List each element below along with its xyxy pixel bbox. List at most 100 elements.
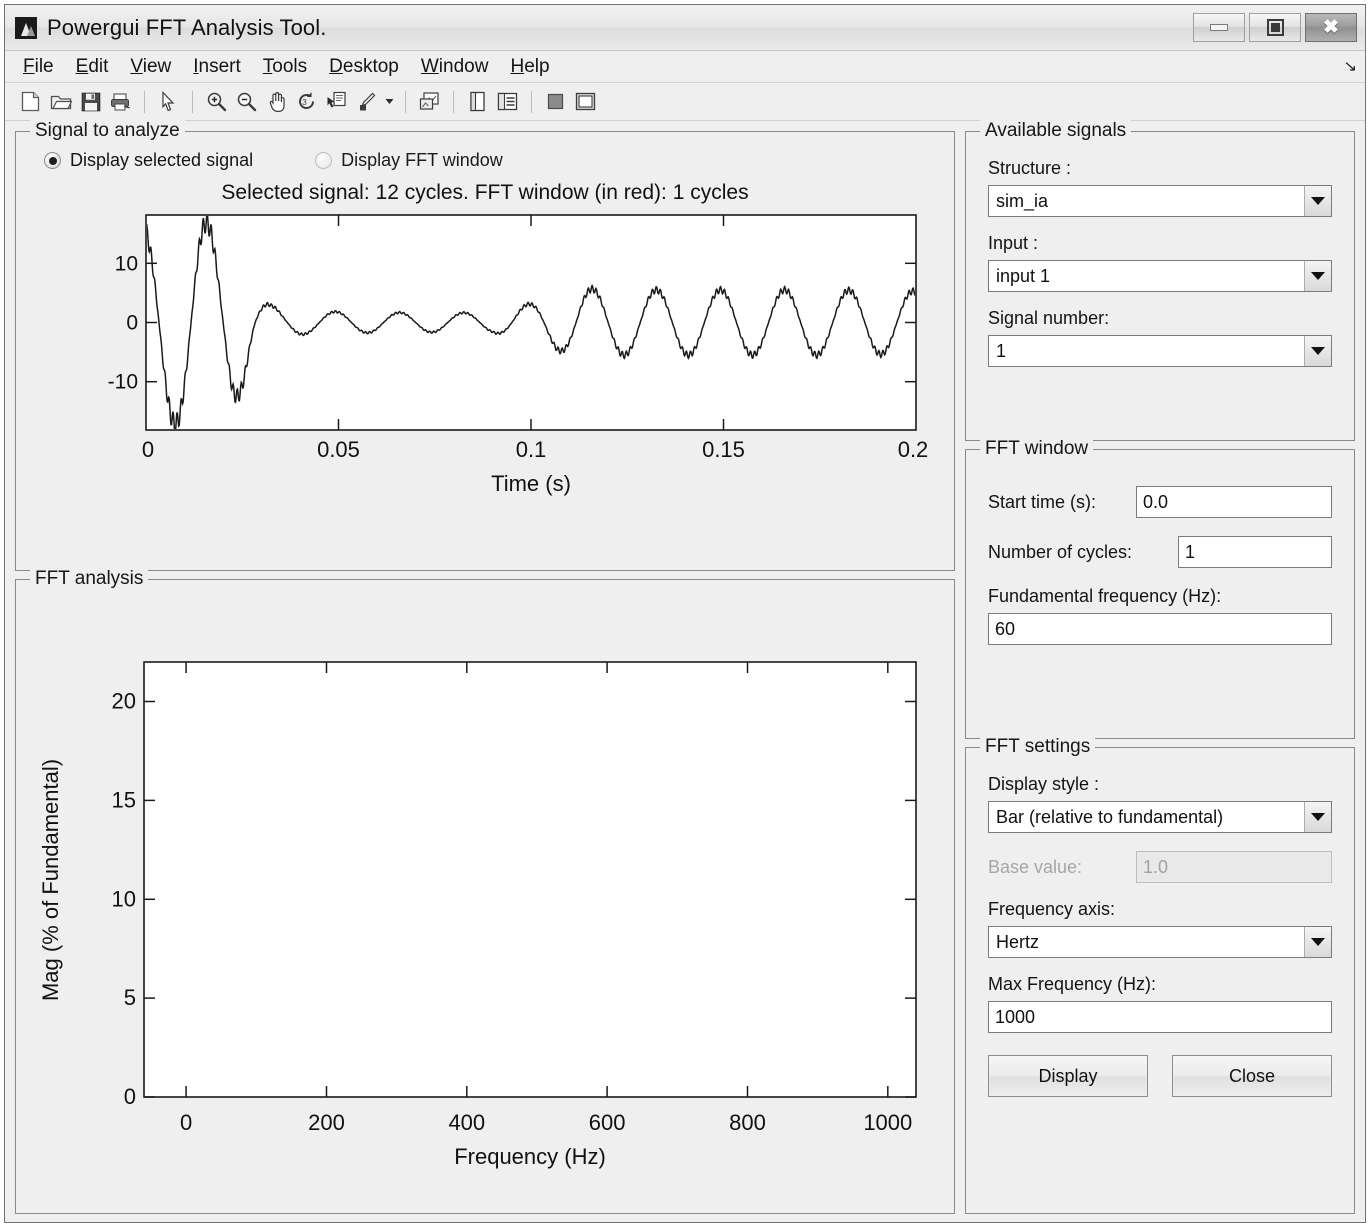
left-column: Signal to analyze Display selected signa… bbox=[15, 120, 955, 1214]
property-editor-icon[interactable] bbox=[542, 88, 569, 115]
available-signals-title: Available signals bbox=[980, 120, 1132, 142]
radio-display-fft-window-label: Display FFT window bbox=[341, 150, 503, 170]
available-signals-panel: Available signals Structure : sim_ia Inp… bbox=[965, 120, 1355, 441]
fft-window-panel: FFT window Start time (s): 0.0 Number of… bbox=[965, 438, 1355, 739]
menu-bar: FFileile Edit View Insert Tools Desktop … bbox=[5, 51, 1365, 83]
structure-label: Structure : bbox=[988, 158, 1072, 178]
docking-icon[interactable] bbox=[572, 88, 599, 115]
maximize-button[interactable] bbox=[1249, 13, 1301, 42]
brush-icon[interactable] bbox=[353, 88, 380, 115]
figure-palette-icon[interactable] bbox=[464, 88, 491, 115]
base-value-input: 1.0 bbox=[1136, 851, 1332, 883]
pointer-icon[interactable] bbox=[155, 88, 182, 115]
display-style-combo[interactable]: Bar (relative to fundamental) bbox=[988, 801, 1332, 833]
structure-value: sim_ia bbox=[996, 190, 1049, 211]
svg-text:0.15: 0.15 bbox=[702, 437, 745, 462]
svg-text:600: 600 bbox=[589, 1110, 626, 1135]
right-column: Available signals Structure : sim_ia Inp… bbox=[965, 120, 1355, 1214]
matlab-figure-icon bbox=[15, 16, 37, 39]
fft-magnitude-plot[interactable]: 0 5 10 15 20 0 200 400 600 800 1000 Freq… bbox=[16, 652, 954, 1192]
display-button[interactable]: Display bbox=[988, 1055, 1148, 1097]
signal-time-plot[interactable]: 10 0 -10 0 0.05 0.1 0.15 0.2 Time (s) bbox=[16, 205, 954, 505]
open-file-icon[interactable] bbox=[47, 88, 74, 115]
menu-desktop[interactable]: Desktop bbox=[329, 56, 399, 78]
svg-text:-10: -10 bbox=[108, 371, 138, 394]
menu-file[interactable]: FFileile bbox=[23, 56, 54, 78]
chevron-down-icon[interactable] bbox=[1304, 336, 1331, 366]
max-frequency-input[interactable]: 1000 bbox=[988, 1001, 1332, 1033]
svg-text:1000: 1000 bbox=[863, 1110, 912, 1135]
data-cursor-icon[interactable] bbox=[323, 88, 350, 115]
save-figure-icon[interactable] bbox=[77, 88, 104, 115]
new-figure-icon[interactable] bbox=[17, 88, 44, 115]
input-label: Input : bbox=[988, 233, 1039, 253]
fft-settings-title: FFT settings bbox=[980, 736, 1096, 758]
menu-insert[interactable]: Insert bbox=[193, 56, 241, 78]
pan-icon[interactable] bbox=[263, 88, 290, 115]
menu-edit[interactable]: Edit bbox=[76, 56, 109, 78]
zoom-out-icon[interactable] bbox=[233, 88, 260, 115]
start-time-label: Start time (s): bbox=[988, 491, 1097, 512]
menu-overflow-icon[interactable]: ↘ bbox=[1344, 57, 1358, 75]
input-value: input 1 bbox=[996, 265, 1051, 286]
menu-help[interactable]: Help bbox=[510, 56, 549, 78]
chevron-down-icon[interactable] bbox=[1304, 927, 1331, 957]
svg-text:0.05: 0.05 bbox=[317, 437, 360, 462]
app-window: Powergui FFT Analysis Tool. ✖ FFileile E… bbox=[4, 4, 1366, 1223]
minimize-button[interactable] bbox=[1193, 13, 1245, 42]
close-button-action[interactable]: Close bbox=[1172, 1055, 1332, 1097]
max-frequency-label: Max Frequency (Hz): bbox=[988, 974, 1157, 994]
svg-text:0: 0 bbox=[142, 437, 154, 462]
svg-text:3: 3 bbox=[302, 98, 307, 107]
maximize-icon bbox=[1266, 19, 1284, 36]
number-of-cycles-input[interactable]: 1 bbox=[1178, 536, 1332, 568]
frequency-axis-value: Hertz bbox=[996, 931, 1040, 952]
structure-combo[interactable]: sim_ia bbox=[988, 185, 1332, 217]
display-style-label: Display style : bbox=[988, 774, 1100, 794]
radio-unselected-icon bbox=[315, 152, 333, 169]
menu-view[interactable]: View bbox=[130, 56, 171, 78]
menu-tools[interactable]: Tools bbox=[263, 56, 307, 78]
base-value-label: Base value: bbox=[988, 856, 1083, 877]
fft-analysis-panel: FFT analysis 0 5 10 15 20 0 200 400 600 … bbox=[15, 568, 955, 1214]
signal-x-axis-label: Time (s) bbox=[491, 471, 571, 496]
frequency-axis-combo[interactable]: Hertz bbox=[988, 926, 1332, 958]
title-bar: Powergui FFT Analysis Tool. ✖ bbox=[5, 5, 1365, 51]
chevron-down-icon[interactable] bbox=[1304, 261, 1331, 291]
menu-window[interactable]: Window bbox=[421, 56, 489, 78]
fft-y-axis-label: Mag (% of Fundamental) bbox=[38, 759, 63, 1001]
radio-display-selected-signal[interactable]: Display selected signal bbox=[44, 150, 253, 171]
plot-browser-icon[interactable] bbox=[494, 88, 521, 115]
chevron-down-icon[interactable] bbox=[1304, 802, 1331, 832]
signal-number-combo[interactable]: 1 bbox=[988, 335, 1332, 367]
svg-text:0.1: 0.1 bbox=[516, 437, 547, 462]
svg-text:0.2: 0.2 bbox=[898, 437, 929, 462]
toolbar-separator bbox=[453, 90, 454, 113]
signal-number-label: Signal number: bbox=[988, 308, 1110, 328]
svg-text:0: 0 bbox=[126, 312, 138, 335]
radio-display-fft-window[interactable]: Display FFT window bbox=[315, 150, 503, 171]
print-figure-icon[interactable] bbox=[107, 88, 134, 115]
main-content: Signal to analyze Display selected signa… bbox=[5, 120, 1365, 1222]
fundamental-frequency-input[interactable]: 60 bbox=[988, 613, 1332, 645]
close-button[interactable]: ✖ bbox=[1305, 13, 1357, 42]
svg-text:0: 0 bbox=[180, 1110, 192, 1135]
zoom-in-icon[interactable] bbox=[203, 88, 230, 115]
input-combo[interactable]: input 1 bbox=[988, 260, 1332, 292]
fundamental-frequency-label: Fundamental frequency (Hz): bbox=[988, 586, 1222, 606]
svg-text:20: 20 bbox=[112, 689, 136, 714]
svg-text:15: 15 bbox=[112, 788, 136, 813]
svg-text:200: 200 bbox=[308, 1110, 345, 1135]
close-icon: ✖ bbox=[1323, 17, 1339, 38]
svg-text:10: 10 bbox=[115, 253, 138, 276]
rotate-3d-icon[interactable]: 3 bbox=[293, 88, 320, 115]
toolbar-separator bbox=[531, 90, 532, 113]
toolbar-separator bbox=[144, 90, 145, 113]
frequency-axis-label: Frequency axis: bbox=[988, 899, 1116, 919]
display-style-value: Bar (relative to fundamental) bbox=[996, 806, 1224, 827]
brush-dropdown-icon[interactable] bbox=[383, 88, 395, 115]
link-plot-icon[interactable] bbox=[416, 88, 443, 115]
svg-text:400: 400 bbox=[448, 1110, 485, 1135]
chevron-down-icon[interactable] bbox=[1304, 186, 1331, 216]
start-time-input[interactable]: 0.0 bbox=[1136, 486, 1332, 518]
